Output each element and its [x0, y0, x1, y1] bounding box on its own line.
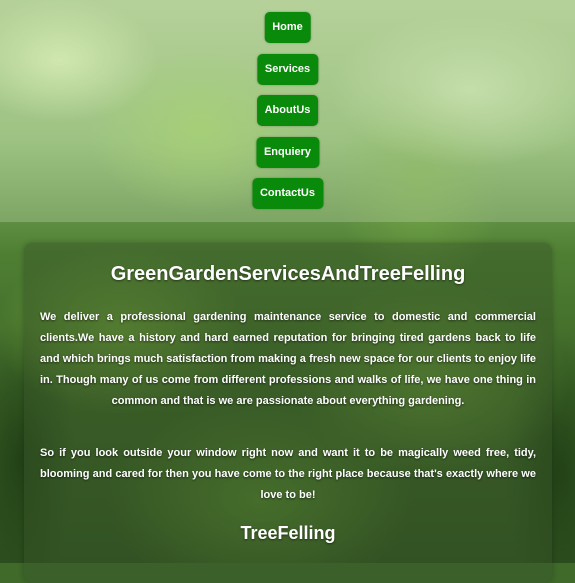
- nav-home-button[interactable]: Home: [264, 12, 311, 43]
- nav-contactus-button[interactable]: ContactUs: [251, 178, 324, 209]
- intro-paragraph: We deliver a professional gardening main…: [40, 311, 536, 407]
- main-navigation: Home Services AboutUs Enquiery ContactUs: [0, 0, 575, 222]
- content-card: GreenGardenServicesAndTreeFelling We del…: [24, 243, 552, 583]
- nav-services-button[interactable]: Services: [256, 54, 319, 85]
- nav-enquiery-button[interactable]: Enquiery: [255, 137, 320, 168]
- nav-aboutus-button[interactable]: AboutUs: [256, 95, 319, 126]
- page-title: GreenGardenServicesAndTreeFelling: [110, 263, 466, 285]
- callout-paragraph: So if you look outside your window right…: [40, 447, 536, 501]
- section-title-treefelling: TreeFelling: [240, 523, 336, 543]
